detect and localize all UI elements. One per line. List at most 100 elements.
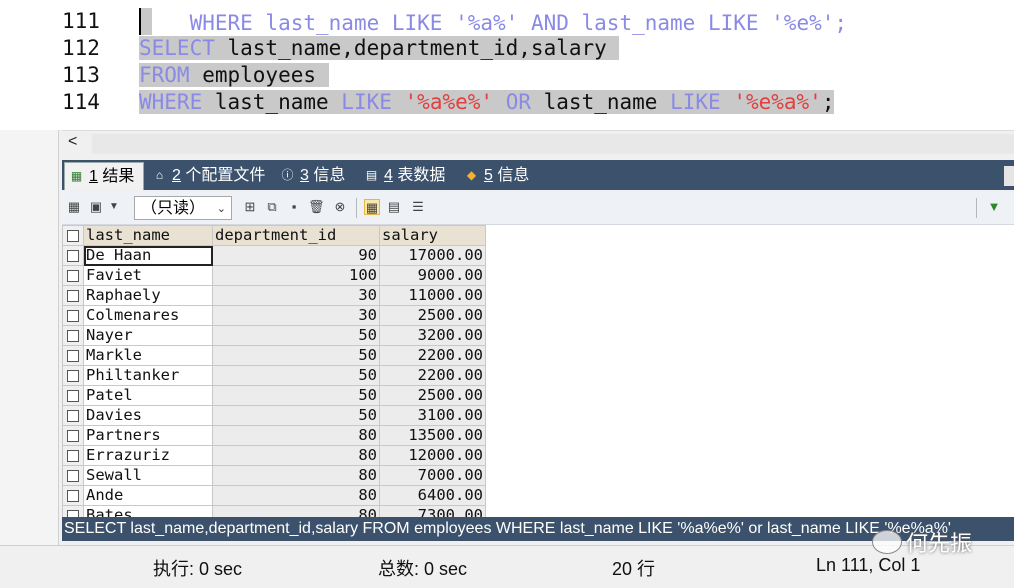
delete-icon[interactable]: 🗑 [308,199,325,215]
row-checkbox[interactable] [62,505,84,517]
cell-salary[interactable]: 3100.00 [379,405,486,426]
result-grid[interactable]: last_name department_id salary De Haan 90… [62,225,1014,517]
cell-department-id[interactable]: 100 [212,265,380,286]
row-checkbox[interactable] [62,485,84,506]
cell-salary[interactable]: 7300.00 [379,505,486,517]
row-checkbox[interactable] [62,305,84,326]
cell-department-id[interactable]: 50 [212,405,380,426]
table-row[interactable]: Markle 50 2200.00 [62,345,486,366]
table-row[interactable]: Patel 50 2500.00 [62,385,486,406]
cell-salary[interactable]: 6400.00 [379,485,486,506]
cell-last-name[interactable]: De Haan [83,245,213,266]
table-row[interactable]: Davies 50 3100.00 [62,405,486,426]
table-row[interactable]: Partners 80 13500.00 [62,425,486,446]
insert-row-icon[interactable]: ⊞ [242,199,258,215]
code-line[interactable]: FROM employees [139,62,329,89]
table-row[interactable]: Nayer 50 3200.00 [62,325,486,346]
cell-last-name[interactable]: Bates [83,505,213,517]
duplicate-row-icon[interactable]: ⧉ [264,199,280,215]
cell-last-name[interactable]: Raphaely [83,285,213,306]
table-row[interactable]: Ande 80 6400.00 [62,485,486,506]
table-row[interactable]: Sewall 80 7000.00 [62,465,486,486]
row-checkbox[interactable] [62,245,84,266]
grid-view-icon[interactable]: ▦ [364,199,380,215]
cell-department-id[interactable]: 50 [212,365,380,386]
export-icon[interactable]: ▦ [66,199,82,215]
editor-horizontal-scrollbar[interactable]: < [62,130,1014,157]
row-checkbox[interactable] [62,385,84,406]
row-checkbox[interactable] [62,265,84,286]
cell-salary[interactable]: 2500.00 [379,305,486,326]
cell-salary[interactable]: 9000.00 [379,265,486,286]
cell-department-id[interactable]: 80 [212,445,380,466]
row-checkbox[interactable] [62,285,84,306]
tab-info[interactable]: ⓘ 3 信息 [276,162,345,190]
cell-salary[interactable]: 3200.00 [379,325,486,346]
row-checkbox[interactable] [62,425,84,446]
cancel-icon[interactable]: ⊗ [332,199,348,215]
cell-department-id[interactable]: 90 [212,245,380,266]
tab-table-data[interactable]: ▤ 4 表数据 [360,162,446,190]
tab-info-2[interactable]: ◆ 5 信息 [460,162,530,190]
table-row[interactable]: Bates 80 7300.00 [62,505,486,517]
cell-last-name[interactable]: Davies [83,405,213,426]
cell-department-id[interactable]: 80 [212,425,380,446]
column-header-salary[interactable]: salary [379,225,486,246]
select-all-checkbox[interactable] [62,225,84,246]
cell-salary[interactable]: 11000.00 [379,285,486,306]
code-line[interactable]: WHERE last_name LIKE '%a%e%' OR last_nam… [139,89,835,116]
form-view-icon[interactable]: ▤ [386,199,402,215]
cell-department-id[interactable]: 50 [212,325,380,346]
cell-last-name[interactable]: Partners [83,425,213,446]
tab-profile[interactable]: ⌂ 2 个配置文件 [148,162,266,190]
table-row[interactable]: Philtanker 50 2200.00 [62,365,486,386]
column-header-last-name[interactable]: last_name [83,225,213,246]
cell-salary[interactable]: 2200.00 [379,345,486,366]
tab-results[interactable]: ▦ 1 结果 [64,162,144,190]
cell-department-id[interactable]: 80 [212,465,380,486]
table-row[interactable]: De Haan 90 17000.00 [62,245,486,266]
cell-last-name[interactable]: Patel [83,385,213,406]
cell-last-name[interactable]: Markle [83,345,213,366]
cell-last-name[interactable]: Faviet [83,265,213,286]
cell-salary[interactable]: 13500.00 [379,425,486,446]
save-icon[interactable]: ▪ [286,199,302,215]
table-row[interactable]: Colmenares 30 2500.00 [62,305,486,326]
cell-salary[interactable]: 7000.00 [379,465,486,486]
cell-salary[interactable]: 2500.00 [379,385,486,406]
table-row[interactable]: Raphaely 30 11000.00 [62,285,486,306]
cell-last-name[interactable]: Errazuriz [83,445,213,466]
code-line[interactable]: SELECT last_name,department_id,salary [139,35,620,62]
row-checkbox[interactable] [62,445,84,466]
row-checkbox[interactable] [62,465,84,486]
sql-editor[interactable]: WHERE last_name LIKE '%a%' AND last_name… [0,0,1014,130]
row-checkbox[interactable] [62,325,84,346]
dropdown-arrow-icon[interactable]: ▼ [106,199,122,215]
copy-icon[interactable]: ▣ [88,199,104,215]
scroll-left-icon[interactable]: < [68,133,77,151]
cell-department-id[interactable]: 80 [212,505,380,517]
cell-department-id[interactable]: 80 [212,485,380,506]
readonly-mode-select[interactable]: （只读） ⌄ [134,196,232,220]
column-header-department-id[interactable]: department_id [212,225,380,246]
table-row[interactable]: Faviet 100 9000.00 [62,265,486,286]
scroll-track[interactable] [92,134,1014,154]
cell-department-id[interactable]: 30 [212,305,380,326]
row-checkbox[interactable] [62,405,84,426]
cell-last-name[interactable]: Philtanker [83,365,213,386]
cell-last-name[interactable]: Nayer [83,325,213,346]
cell-salary[interactable]: 2200.00 [379,365,486,386]
cell-last-name[interactable]: Ande [83,485,213,506]
cell-salary[interactable]: 12000.00 [379,445,486,466]
cell-department-id[interactable]: 50 [212,385,380,406]
row-checkbox[interactable] [62,365,84,386]
cell-salary[interactable]: 17000.00 [379,245,486,266]
text-view-icon[interactable]: ☰ [410,199,426,215]
cell-department-id[interactable]: 30 [212,285,380,306]
row-checkbox[interactable] [62,345,84,366]
cell-last-name[interactable]: Sewall [83,465,213,486]
cell-department-id[interactable]: 50 [212,345,380,366]
cell-last-name[interactable]: Colmenares [83,305,213,326]
filter-icon[interactable]: ▼ [986,199,1002,215]
table-row[interactable]: Errazuriz 80 12000.00 [62,445,486,466]
